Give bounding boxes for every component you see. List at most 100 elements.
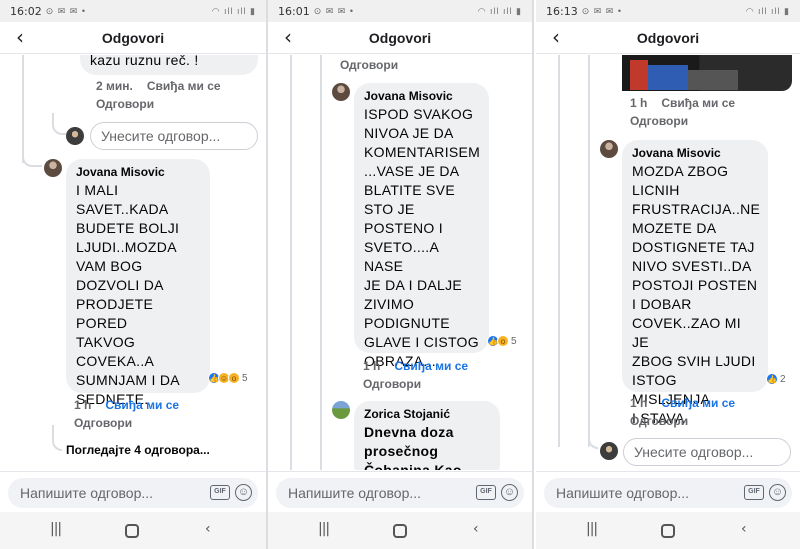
comments-list[interactable]: Одговори Jovana Misovic ISPOD SVAKOG NIV… bbox=[268, 55, 532, 470]
previous-comment-meta: 1 h Свиђа ми се bbox=[630, 96, 735, 110]
screen-2: 16:01 ⊙ ✉ ✉ • ◠ ıll ıll ▮ ‹ Odgovori Одг… bbox=[268, 0, 532, 549]
reply-button[interactable]: Одговори bbox=[363, 377, 421, 391]
reply-button[interactable]: Одговори bbox=[74, 416, 132, 430]
like-button[interactable]: Свиђа ми се bbox=[661, 396, 735, 410]
home-icon[interactable] bbox=[661, 524, 675, 538]
nav-back-icon[interactable]: ‹ bbox=[473, 521, 479, 537]
comment-text: ISPOD SVAKOG NIVOA JE DA KOMENTARISEM ..… bbox=[364, 106, 481, 369]
reply-button[interactable]: Одговори bbox=[96, 97, 154, 111]
home-icon[interactable] bbox=[393, 524, 407, 538]
nav-back-icon[interactable]: ‹ bbox=[741, 521, 747, 537]
comment-bubble: Jovana Misovic I MALI SAVET..KADA BUDETE… bbox=[66, 159, 210, 407]
header: ‹ Odgovori bbox=[0, 22, 266, 54]
reply-input[interactable]: Унесите одговор... bbox=[90, 122, 258, 150]
comment-author[interactable]: Jovana Misovic bbox=[76, 165, 200, 179]
reaction-count: 5 bbox=[242, 372, 248, 384]
reply-button[interactable]: Одговори bbox=[630, 414, 688, 428]
home-icon[interactable] bbox=[125, 524, 139, 538]
wow-reaction-icon: o bbox=[497, 335, 509, 347]
status-bar: 16:01 ⊙ ✉ ✉ • ◠ ıll ıll ▮ bbox=[268, 0, 532, 22]
android-nav-bar: ||| ‹ bbox=[536, 512, 800, 549]
emoji-icon[interactable]: ☺ bbox=[769, 484, 786, 501]
thread-line bbox=[290, 55, 292, 470]
comment-author[interactable]: Zorica Stojanić bbox=[364, 407, 490, 421]
avatar[interactable] bbox=[332, 83, 350, 101]
comment-author[interactable]: Jovana Misovic bbox=[632, 146, 758, 160]
status-time: 16:01 bbox=[278, 4, 310, 18]
page-title: Odgovori bbox=[101, 29, 165, 46]
status-time: 16:02 bbox=[10, 4, 42, 18]
comment-time: 1 h bbox=[74, 398, 92, 412]
reaction-summary[interactable]: 👍 o 5 bbox=[487, 335, 517, 347]
reply-button[interactable]: Одговори bbox=[630, 114, 688, 128]
comment-author[interactable]: Jovana Misovic bbox=[364, 89, 479, 103]
thread-line bbox=[320, 55, 322, 470]
comments-list[interactable]: 1 h Свиђа ми се Одговори Jovana Misovic … bbox=[536, 55, 800, 470]
page-title: Odgovori bbox=[636, 29, 700, 46]
status-bar: 16:13 ⊙ ✉ ✉ • ◠ ıll ıll ▮ bbox=[536, 0, 800, 22]
reaction-summary[interactable]: 👍 2 bbox=[766, 373, 786, 385]
notification-icons: ⊙ ✉ ✉ • bbox=[313, 5, 354, 16]
thread-line bbox=[558, 55, 560, 447]
like-button[interactable]: Свиђа ми се bbox=[661, 96, 735, 110]
comment-time: 1 h bbox=[363, 359, 381, 373]
emoji-icon[interactable]: ☺ bbox=[501, 484, 518, 501]
photo-detail bbox=[648, 65, 688, 90]
reaction-count: 2 bbox=[780, 373, 786, 385]
android-nav-bar: ||| ‹ bbox=[0, 512, 266, 549]
thread-connector bbox=[52, 113, 66, 135]
gif-icon[interactable]: GIF bbox=[744, 485, 764, 500]
avatar[interactable] bbox=[44, 159, 62, 177]
comment-bubble: Zorica Stojanić Dnevna doza prosečnog Čo… bbox=[354, 401, 500, 470]
avatar[interactable] bbox=[600, 140, 618, 158]
android-nav-bar: ||| ‹ bbox=[268, 512, 532, 549]
comment-meta: 1 h Свиђа ми се bbox=[363, 359, 468, 373]
signal-battery-icon: ◠ ıll ıll ▮ bbox=[745, 5, 790, 16]
reply-button[interactable]: Одговори bbox=[340, 58, 398, 72]
view-more-replies[interactable]: Погледајте 4 одговора... bbox=[66, 443, 210, 457]
avatar[interactable] bbox=[600, 442, 618, 460]
comment-text: I MALI SAVET..KADA BUDETE BOLJI LJUDI..M… bbox=[76, 182, 180, 407]
reply-input[interactable]: Унесите одговор... bbox=[623, 438, 791, 466]
previous-comment-meta: 2 мин. Свиђа ми се bbox=[96, 79, 221, 93]
notification-icons: ⊙ ✉ ✉ • bbox=[581, 5, 622, 16]
photo-detail bbox=[688, 70, 738, 90]
comments-list[interactable]: kazu ruznu reč. ! 2 мин. Свиђа ми се Одг… bbox=[0, 55, 266, 470]
notification-icons: ⊙ ✉ ✉ • bbox=[45, 5, 86, 16]
emoji-icon[interactable]: ☺ bbox=[235, 484, 252, 501]
comment-photo[interactable] bbox=[622, 55, 792, 91]
screen-3: 16:13 ⊙ ✉ ✉ • ◠ ıll ıll ▮ ‹ Odgovori 1 h… bbox=[536, 0, 800, 549]
nav-back-icon[interactable]: ‹ bbox=[205, 521, 211, 537]
like-button[interactable]: Свиђа ми се bbox=[394, 359, 468, 373]
back-arrow-icon[interactable]: ‹ bbox=[546, 25, 566, 49]
recent-apps-icon[interactable]: ||| bbox=[586, 521, 598, 537]
signal-battery-icon: ◠ ıll ıll ▮ bbox=[211, 5, 256, 16]
like-button[interactable]: Свиђа ми се bbox=[105, 398, 179, 412]
previous-comment-time: 2 мин. bbox=[96, 79, 133, 93]
signal-battery-icon: ◠ ıll ıll ▮ bbox=[477, 5, 522, 16]
comment-bubble: Jovana Misovic ISPOD SVAKOG NIVOA JE DA … bbox=[354, 83, 489, 369]
recent-apps-icon[interactable]: ||| bbox=[50, 521, 62, 537]
reaction-count: 5 bbox=[511, 335, 517, 347]
thread-connector bbox=[22, 143, 42, 167]
screen-1: 16:02 ⊙ ✉ ✉ • ◠ ıll ıll ▮ ‹ Odgovori kaz… bbox=[0, 0, 266, 549]
comment-bubble: Jovana Misovic MOZDA ZBOG LICNIH FRUSTRA… bbox=[622, 140, 768, 426]
avatar[interactable] bbox=[66, 127, 84, 145]
gif-icon[interactable]: GIF bbox=[210, 485, 230, 500]
recent-apps-icon[interactable]: ||| bbox=[318, 521, 330, 537]
status-time: 16:13 bbox=[546, 4, 578, 18]
reaction-summary[interactable]: 👍 ☺ o 5 bbox=[208, 372, 248, 384]
previous-comment-time: 1 h bbox=[630, 96, 648, 110]
composer: Напишите одговор... GIF ☺ bbox=[0, 471, 266, 512]
comment-meta: 1 h Свиђа ми се bbox=[74, 398, 179, 412]
header: ‹ Odgovori bbox=[268, 22, 532, 54]
back-arrow-icon[interactable]: ‹ bbox=[278, 25, 298, 49]
avatar[interactable] bbox=[332, 401, 350, 419]
thread-connector bbox=[52, 425, 62, 451]
wow-reaction-icon: o bbox=[228, 372, 240, 384]
like-button[interactable]: Свиђа ми се bbox=[147, 79, 221, 93]
comment-text: Dnevna doza prosečnog Čobanina Kao bbox=[364, 424, 462, 470]
gif-icon[interactable]: GIF bbox=[476, 485, 496, 500]
back-arrow-icon[interactable]: ‹ bbox=[10, 25, 30, 49]
previous-comment-text: kazu ruznu reč. ! bbox=[90, 55, 199, 68]
